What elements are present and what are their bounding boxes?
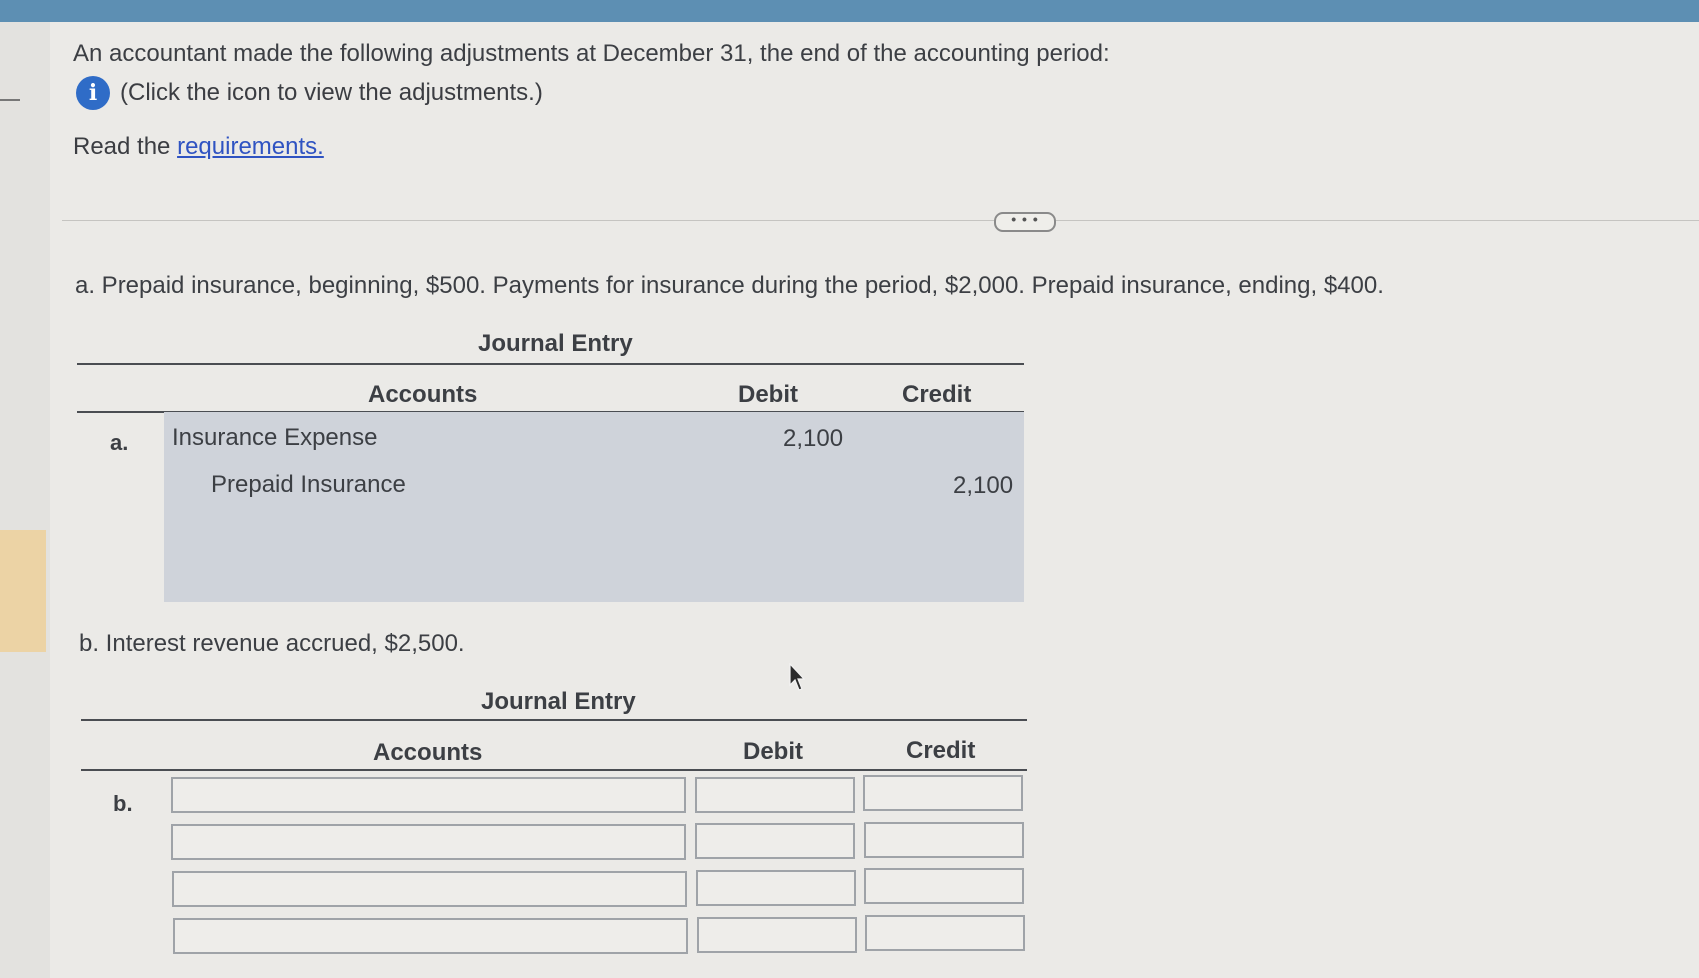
section-divider	[62, 220, 1699, 221]
part-b-header-rule	[81, 769, 1027, 771]
part-b-credit-header: Credit	[906, 737, 976, 764]
part-b-account-input-4[interactable]	[173, 918, 688, 954]
part-b-journal-title: Journal Entry	[481, 688, 636, 715]
part-a-credit-2[interactable]: 2,100	[953, 472, 1013, 500]
part-b-credit-input-2[interactable]	[864, 822, 1024, 858]
part-b-row-letter: b.	[113, 791, 133, 816]
part-b-credit-input-1[interactable]	[863, 775, 1023, 811]
part-a-debit-1[interactable]: 2,100	[783, 425, 843, 453]
part-a-account-2[interactable]: Prepaid Insurance	[211, 471, 406, 499]
left-gutter	[0, 22, 51, 978]
part-a-title-rule	[77, 363, 1024, 365]
part-b-accounts-header: Accounts	[373, 739, 483, 766]
part-a-accounts-header: Accounts	[368, 381, 478, 408]
part-a-row-letter: a.	[110, 430, 129, 455]
part-b-title-rule	[81, 719, 1027, 721]
part-a-credit-header: Credit	[902, 381, 972, 408]
more-button[interactable]: • • •	[994, 212, 1056, 232]
part-b-debit-input-2[interactable]	[695, 823, 855, 859]
adjustments-info-row[interactable]: i (Click the icon to view the adjustment…	[76, 75, 543, 111]
part-b-debit-input-3[interactable]	[696, 870, 856, 906]
gutter-highlight	[0, 530, 46, 652]
top-bar	[0, 0, 1699, 22]
info-icon[interactable]: i	[76, 76, 110, 110]
part-b-debit-header: Debit	[743, 738, 803, 765]
part-a-text: a. Prepaid insurance, beginning, $500. P…	[75, 272, 1384, 299]
part-a-account-1[interactable]: Insurance Expense	[172, 424, 377, 452]
part-b-account-input-2[interactable]	[171, 824, 686, 860]
question-text: An accountant made the following adjustm…	[73, 40, 1110, 67]
part-b-debit-input-4[interactable]	[697, 917, 857, 953]
part-b-text: b. Interest revenue accrued, $2,500.	[79, 630, 465, 657]
part-a-journal-title: Journal Entry	[478, 330, 633, 357]
requirements-link[interactable]: requirements.	[177, 133, 324, 160]
part-b-account-input-1[interactable]	[171, 777, 686, 813]
part-b-credit-input-4[interactable]	[865, 915, 1025, 951]
part-b-credit-input-3[interactable]	[864, 868, 1024, 904]
part-a-debit-header: Debit	[738, 381, 798, 408]
read-prefix: Read the	[73, 133, 171, 160]
gutter-dash	[0, 99, 20, 101]
mouse-cursor-icon	[789, 663, 805, 691]
part-b-debit-input-1[interactable]	[695, 777, 855, 813]
read-requirements: Read the requirements.	[73, 133, 324, 161]
part-b-account-input-3[interactable]	[172, 871, 687, 907]
info-text: (Click the icon to view the adjustments.…	[120, 79, 543, 106]
